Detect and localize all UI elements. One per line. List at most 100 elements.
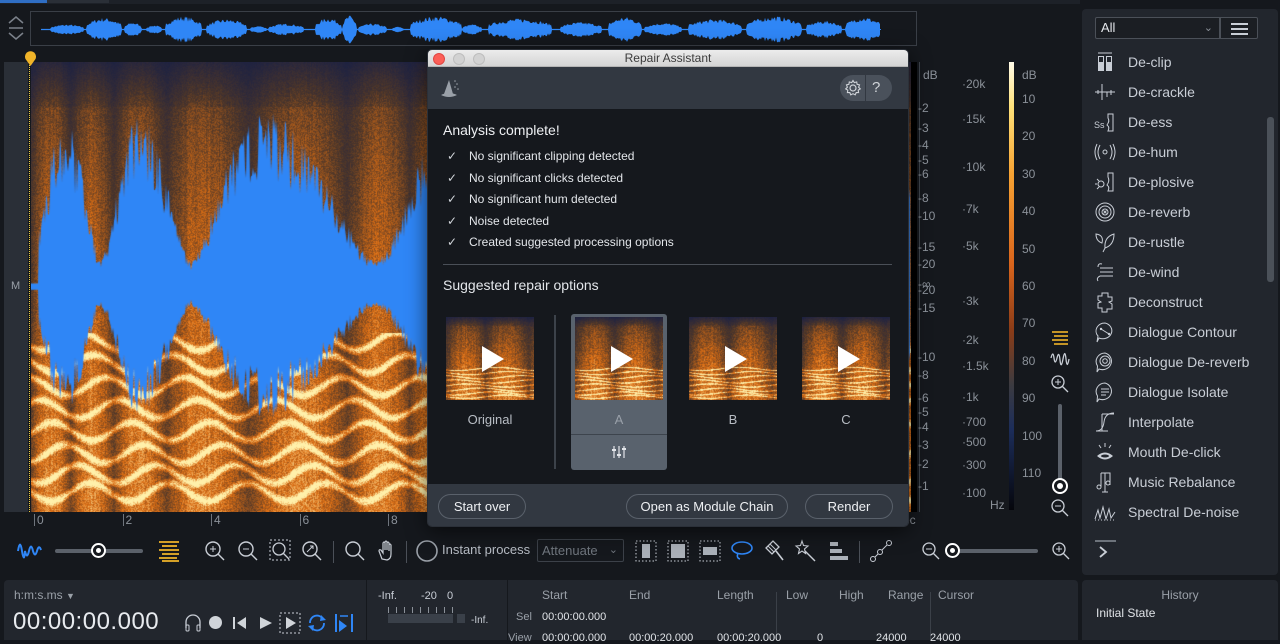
de-hum-icon — [1094, 141, 1116, 163]
toolbar-divider — [333, 541, 334, 563]
horizontal-zoom-out-icon[interactable] — [918, 539, 944, 563]
gear-icon[interactable] — [844, 79, 862, 102]
module-item-de-plosive[interactable]: De-plosive — [1094, 167, 1259, 197]
repair-assistant-dialog: Repair Assistant ? Analysis complete! ✓ N… — [427, 49, 909, 527]
help-button[interactable]: ? — [872, 79, 880, 96]
play-icon[interactable] — [611, 346, 633, 372]
expand-modules-button[interactable] — [1096, 544, 1116, 562]
module-list-menu-button[interactable] — [1220, 17, 1258, 39]
spectrogram-display-icon[interactable] — [156, 539, 182, 563]
dialog-header: ? — [428, 67, 908, 109]
frequency-selection-tool-icon[interactable] — [697, 539, 723, 563]
instant-process-mode-dropdown[interactable]: Attenuate ⌄ — [537, 539, 624, 562]
module-filter-dropdown[interactable]: All ⌄ — [1095, 17, 1220, 39]
go-to-start-button[interactable] — [232, 615, 248, 636]
waveform-display-icon[interactable] — [16, 539, 42, 563]
option-preview-thumbnail[interactable] — [802, 317, 890, 400]
module-item-spectral-de-noise[interactable]: Spectral De-noise — [1094, 497, 1259, 527]
sel-start-field[interactable]: 00:00:00.000 — [542, 611, 606, 623]
module-item-music-rebalance[interactable]: Music Rebalance — [1094, 467, 1259, 497]
horizontal-zoom-slider[interactable] — [952, 549, 1038, 553]
lasso-tool-icon[interactable] — [729, 539, 755, 563]
repair-option-c[interactable]: C — [798, 314, 894, 470]
view-start-field[interactable]: 00:00:00.000 — [542, 632, 606, 644]
envelope-tool-icon[interactable] — [868, 539, 894, 563]
blend-slider-handle[interactable] — [91, 543, 106, 558]
frequency-tick-label: ·10k — [962, 160, 986, 174]
module-item-de-clip[interactable]: De-clip — [1094, 47, 1259, 77]
playhead-marker[interactable] — [24, 51, 37, 67]
module-item-de-crackle[interactable]: De-crackle — [1094, 77, 1259, 107]
dialog-titlebar[interactable]: Repair Assistant — [428, 50, 908, 67]
option-settings-button[interactable] — [571, 434, 667, 468]
module-item-de-hum[interactable]: De-hum — [1094, 137, 1259, 167]
time-selection-tool-icon[interactable] — [633, 539, 659, 563]
follow-playback-button[interactable] — [334, 612, 354, 639]
meter-clip-indicator[interactable] — [457, 614, 465, 623]
option-preview-thumbnail[interactable] — [446, 317, 534, 400]
editing-toolbar: Instant process Attenuate ⌄ — [0, 530, 1080, 572]
mouth-de-click-icon — [1094, 441, 1116, 463]
play-icon[interactable] — [725, 346, 747, 372]
horizontal-zoom-in-icon[interactable] — [1048, 539, 1074, 563]
vertical-zoom-out-icon[interactable] — [1050, 498, 1070, 523]
repair-option-b[interactable]: B — [685, 314, 781, 470]
view-low-field[interactable]: 0 — [817, 632, 823, 644]
view-length-field[interactable]: 00:00:20.000 — [717, 632, 781, 644]
play-icon[interactable] — [482, 346, 504, 372]
module-item-de-rustle[interactable]: De-rustle — [1094, 227, 1259, 257]
play-icon[interactable] — [838, 346, 860, 372]
harmonic-selection-tool-icon[interactable] — [826, 539, 852, 563]
view-high-field[interactable]: 24000 — [876, 632, 907, 644]
waveform-view-icon[interactable] — [1050, 350, 1070, 371]
module-item-de-reverb[interactable]: De-reverb — [1094, 197, 1259, 227]
brush-tool-icon[interactable] — [761, 539, 787, 563]
spectral-de-noise-icon — [1094, 501, 1116, 523]
zoom-fit-icon[interactable] — [299, 539, 325, 563]
module-item-dialogue-isolate[interactable]: Dialogue Isolate — [1094, 377, 1259, 407]
module-item-interpolate[interactable]: Interpolate — [1094, 407, 1259, 437]
magic-wand-tool-icon[interactable] — [793, 539, 819, 563]
zoom-tool-icon[interactable] — [342, 539, 368, 563]
zoom-to-selection-icon[interactable] — [268, 539, 294, 563]
repair-option-a[interactable]: A — [571, 314, 667, 470]
option-preview-thumbnail[interactable] — [689, 317, 777, 400]
zoom-out-icon[interactable] — [235, 539, 261, 563]
render-button[interactable]: Render — [805, 494, 893, 519]
view-range-field[interactable]: 24000 — [930, 632, 961, 644]
open-as-module-chain-button[interactable]: Open as Module Chain — [626, 494, 788, 519]
time-frequency-selection-tool-icon[interactable] — [665, 539, 691, 563]
module-item-dialogue-contour[interactable]: Dialogue Contour — [1094, 317, 1259, 347]
zoom-in-icon[interactable] — [202, 539, 228, 563]
time-format-dropdown[interactable]: h:m:s.ms ▼ — [14, 588, 75, 602]
vertical-zoom-handle[interactable] — [1052, 478, 1068, 494]
amplitude-scale[interactable]: dB -2 -3 -4 -5 -6 -8 -10 -15 -20 -∞ -20 -15 -10 -8 -6 -5… — [911, 62, 961, 512]
instant-process-toggle[interactable] — [414, 539, 440, 563]
spectrogram-view-icon[interactable] — [1050, 330, 1070, 351]
overview-collapse-toggle[interactable] — [6, 15, 26, 41]
module-item-dialogue-de-reverb[interactable]: Dialogue De-reverb — [1094, 347, 1259, 377]
loop-button[interactable] — [306, 613, 328, 638]
view-end-field[interactable]: 00:00:20.000 — [629, 632, 693, 644]
history-item[interactable]: Initial State — [1096, 606, 1155, 620]
module-item-de-wind[interactable]: De-wind — [1094, 257, 1259, 287]
module-item-mouth-de-click[interactable]: Mouth De-click — [1094, 437, 1259, 467]
frequency-tick-label: ·5k — [962, 239, 979, 253]
start-over-button[interactable]: Start over — [438, 494, 526, 519]
waveform-overview[interactable] — [30, 11, 917, 46]
play-selection-button[interactable] — [279, 612, 301, 639]
amplitude-tick-label: -3 — [918, 121, 929, 135]
hand-tool-icon[interactable] — [374, 539, 400, 563]
horizontal-zoom-handle[interactable] — [945, 543, 960, 558]
module-item-deconstruct[interactable]: Deconstruct — [1094, 287, 1259, 317]
record-button[interactable] — [209, 616, 222, 629]
vertical-zoom-slider[interactable] — [1058, 404, 1062, 484]
play-button[interactable] — [258, 615, 274, 636]
repair-option-original[interactable]: Original — [442, 314, 538, 470]
monitor-headphones-icon[interactable] — [183, 613, 203, 638]
module-list-scrollbar[interactable] — [1267, 117, 1274, 282]
option-preview-thumbnail[interactable] — [575, 317, 663, 400]
module-item-de-ess[interactable]: Ss De-ess — [1094, 107, 1259, 137]
frequency-scale[interactable]: ·20k ·15k ·10k ·7k ·5k ·3k ·2k ·1.5k ·1k ·700 ·500… — [960, 62, 1008, 512]
vertical-zoom-in-icon[interactable] — [1050, 374, 1070, 399]
